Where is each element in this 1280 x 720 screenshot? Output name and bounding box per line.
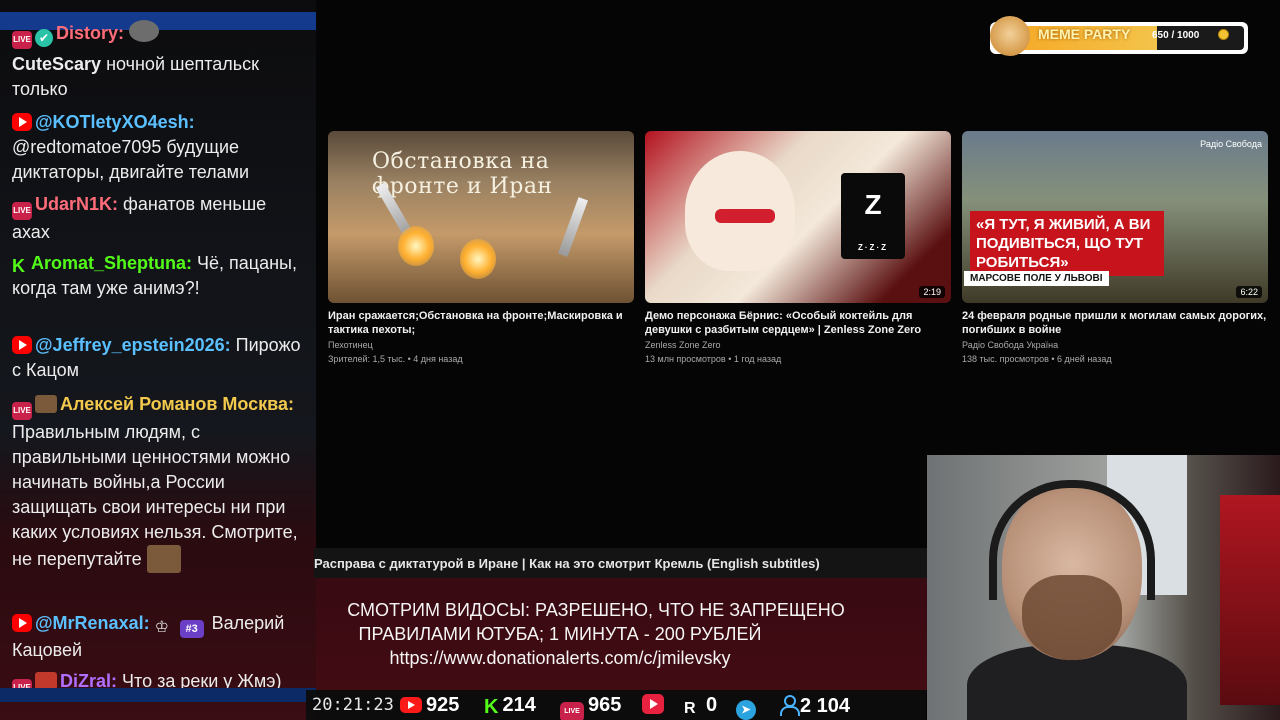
youtube-icon	[400, 697, 422, 713]
chat-text: @redtomatoe7095 будущие диктаторы, двига…	[12, 137, 250, 182]
rumble-viewers: R0	[684, 694, 718, 717]
video-channel[interactable]: Пехотинец	[328, 339, 634, 351]
chat-message: K Aromat_Sheptuna: Чё, пацаны, когда там …	[12, 251, 304, 301]
video-duration: 2:19	[919, 286, 945, 298]
video-card[interactable]: Обстановка на фронте и Иран Иран сражает…	[328, 131, 634, 365]
kick-icon: K	[12, 256, 25, 276]
chat-username: @MrRenaxal:	[35, 613, 150, 633]
chat-username: @Jeffrey_epstein2026:	[35, 335, 231, 355]
telegram-icon: ➤	[736, 700, 756, 720]
vk-live-badge-icon: LIVE	[12, 31, 32, 49]
youtube-icon	[12, 113, 32, 131]
flag-shape	[1220, 495, 1280, 705]
tank-emote-icon	[35, 395, 57, 413]
webcam-feed	[927, 455, 1280, 720]
video-title[interactable]: Иран сражается;Обстановка на фронте;Маск…	[328, 309, 634, 337]
vk-live-badge-icon: LIVE	[12, 202, 32, 220]
capybara-emote-icon	[146, 545, 181, 573]
donation-banner: СМОТРИМ ВИДОСЫ: РАЗРЕШЕНО, ЧТО НЕ ЗАПРЕЩ…	[316, 578, 927, 690]
video-thumbnail[interactable]: Обстановка на фронте и Иран	[328, 131, 634, 303]
video-meta: Зрителей: 1,5 тыс. • 4 дня назад	[328, 354, 463, 364]
chat-panel: LIVE ✔ Distory: CuteScary ночной шептальск…	[0, 0, 316, 720]
video-title[interactable]: Демо персонажа Бёрнис: «Особый коктейль …	[645, 309, 951, 337]
chat-bottom-bar	[0, 688, 316, 702]
missile-shape	[558, 197, 588, 257]
stream-overlay: LIVE ✔ Distory: CuteScary ночной шептальск…	[0, 0, 1280, 720]
now-playing-title: Расправа с диктатурой в Иране | Как на э…	[314, 556, 820, 571]
meme-party-title: MEME PARTY	[1038, 26, 1131, 42]
radio-svoboda-logo: Радіо Свобода	[1200, 139, 1262, 149]
vk-live-icon: LIVE	[560, 702, 584, 720]
chat-message: LIVE Алексей Романов Москва: Правильным л…	[12, 392, 304, 573]
video-card[interactable]: Z Z·Z·Z 2:19 Демо персонажа Бёрнис: «Особ…	[645, 131, 951, 365]
vk-viewers: LIVE 965	[560, 694, 622, 720]
vk-count: 965	[588, 694, 622, 716]
zzz-logo-icon: Z Z·Z·Z	[841, 173, 905, 259]
video-thumbnail[interactable]: Z Z·Z·Z 2:19	[645, 131, 951, 303]
youtube-viewers: 925	[400, 694, 459, 716]
donation-link[interactable]: https://www.donationalerts.com/c/jmilevs…	[280, 646, 840, 670]
banner-line: ПРАВИЛАМИ ЮТУБА; 1 МИНУТА - 200 РУБЛЕЙ	[358, 624, 762, 644]
video-thumbnail[interactable]: Радіо Свобода «Я ТУТ, Я ЖИВИЙ, А ВИ ПОДИ…	[962, 131, 1268, 303]
banner-line: СМОТРИМ ВИДОСЫ: РАЗРЕШЕНО, ЧТО НЕ ЗАПРЕЩ…	[347, 600, 845, 620]
glasses-shape	[715, 209, 775, 223]
sub-badge: #3	[179, 620, 204, 638]
video-card[interactable]: Радіо Свобода «Я ТУТ, Я ЖИВИЙ, А ВИ ПОДИ…	[962, 131, 1268, 365]
thumbnail-tag: МАРСОВЕ ПОЛЕ У ЛЬВОВІ	[964, 271, 1109, 286]
video-meta: 13 млн просмотров • 1 год назад	[645, 354, 782, 364]
youtube-icon	[12, 614, 32, 632]
chat-message: @KOTletyXO4esh: @redtomatoe7095 будущие …	[12, 110, 304, 185]
video-duration: 6:22	[1236, 286, 1262, 298]
flame-shape	[398, 226, 434, 266]
chat-username: @KOTletyXO4esh:	[35, 112, 195, 132]
rumble-count: 0	[706, 694, 718, 716]
chat-message: LIVE ✔ Distory:	[12, 20, 304, 49]
chat-message: CuteScary ночной шептальск только	[12, 52, 304, 102]
video-title[interactable]: 24 февраля родные пришли к могилам самых…	[962, 309, 1268, 337]
total-viewers: 2 104	[780, 694, 851, 717]
youtube-count: 925	[426, 694, 460, 716]
stats-bar: 20:21:23 925 K 214 LIVE 965 R0 ➤ 2 104	[306, 690, 926, 720]
meme-party-widget: MEME PARTY 650 / 1000	[990, 16, 1248, 56]
sloth-emote-icon	[129, 20, 160, 42]
chat-username: Aromat_Sheptuna:	[31, 253, 193, 273]
verified-icon: ✔	[35, 29, 53, 47]
rumble-icon: R	[684, 700, 696, 717]
chat-message: @Jeffrey_epstein2026: Пирожо с Кацом	[12, 333, 304, 383]
video-meta: 138 тыс. просмотров • 6 дней назад	[962, 354, 1112, 364]
vk-play-indicator	[642, 694, 668, 716]
kick-viewers: K 214	[484, 694, 536, 718]
coin-icon	[1218, 29, 1229, 40]
chat-username: CuteScary	[12, 54, 102, 74]
video-channel[interactable]: Радіо Свобода Україна	[962, 339, 1268, 351]
logo-mark: Z	[864, 189, 882, 220]
chat-message: LIVE UdarN1K: фанатов меньше ахах	[12, 192, 304, 245]
thumbnail-caption: Обстановка на фронте и Иран	[372, 149, 553, 199]
video-channel[interactable]: Zenless Zone Zero	[645, 339, 951, 351]
telegram-indicator: ➤	[736, 694, 760, 720]
now-playing-bar: Расправа с диктатурой в Иране | Как на э…	[314, 548, 927, 578]
meme-party-count: 650 / 1000	[1152, 30, 1200, 41]
chat-username: UdarN1K:	[35, 194, 119, 214]
total-viewers-count: 2 104	[800, 695, 851, 717]
vk-live-badge-icon: LIVE	[12, 402, 32, 420]
chat-username: Алексей Романов Москва:	[60, 394, 295, 414]
youtube-icon	[12, 336, 32, 354]
thumbnail-quote: «Я ТУТ, Я ЖИВИЙ, А ВИ ПОДИВІТЬСЯ, ЩО ТУТ…	[970, 211, 1164, 276]
logo-sub: Z·Z·Z	[858, 243, 888, 252]
vk-play-icon	[642, 694, 664, 714]
clock: 20:21:23	[312, 695, 394, 715]
crown-icon: ♔	[154, 619, 169, 636]
kick-icon: K	[484, 696, 499, 718]
doge-icon	[990, 16, 1030, 56]
flame-shape	[460, 239, 496, 279]
kick-count: 214	[502, 694, 536, 716]
chat-username: Distory:	[56, 23, 125, 43]
user-icon	[780, 694, 800, 716]
chat-message: @MrRenaxal: ♔ #3 Валерий Кацовей	[12, 611, 304, 663]
